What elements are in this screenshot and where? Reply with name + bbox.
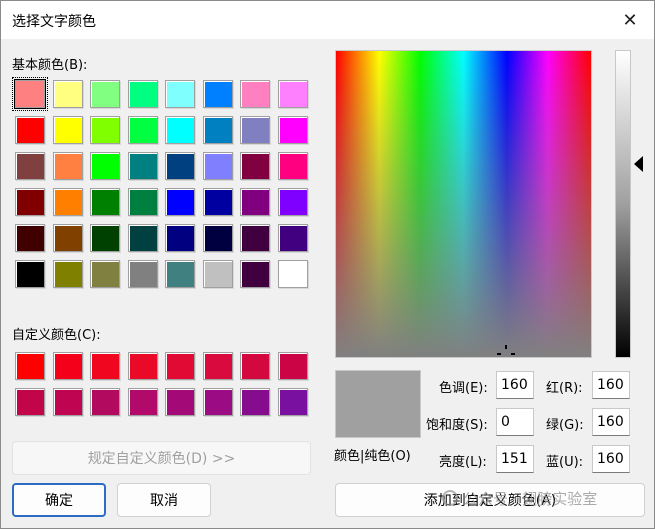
basic-color-swatch[interactable] [127,188,158,216]
hue-label: 色调(E): [439,381,488,396]
custom-color-swatch[interactable] [15,388,45,416]
basic-color-swatch[interactable] [165,260,195,288]
custom-color-swatch[interactable] [90,352,120,380]
basic-color-swatch[interactable] [277,80,308,108]
basic-color-swatch[interactable] [165,116,195,144]
basic-color-swatch[interactable] [52,80,83,108]
basic-color-swatch[interactable] [90,80,120,108]
basic-color-swatch[interactable] [90,116,120,144]
basic-color-swatch[interactable] [52,152,83,180]
basic-color-swatch[interactable] [12,77,48,111]
basic-color-swatch[interactable] [202,116,233,144]
custom-color-swatch[interactable] [127,388,158,416]
basic-color-swatch[interactable] [202,152,233,180]
basic-color-swatch[interactable] [240,188,270,216]
basic-color-swatch[interactable] [240,116,270,144]
basic-color-swatch[interactable] [52,224,83,252]
basic-color-swatch[interactable] [90,188,120,216]
basic-color-swatch[interactable] [277,224,308,252]
custom-color-swatch[interactable] [202,352,233,380]
basic-color-swatch[interactable] [127,260,158,288]
custom-color-swatch[interactable] [90,388,120,416]
define-custom-colors-button[interactable]: 规定自定义颜色(D) >> [12,441,311,475]
cancel-button[interactable]: 取消 [117,483,211,517]
hue-input[interactable]: 160 [496,371,534,399]
basic-color-swatch[interactable] [90,152,120,180]
custom-color-swatch[interactable] [277,352,308,380]
ok-button[interactable]: 确定 [12,483,106,517]
basic-color-swatch[interactable] [90,260,120,288]
basic-color-swatch[interactable] [90,224,120,252]
basic-color-swatch[interactable] [240,80,270,108]
watermark: 公众号 · 翅膀实验室 [463,490,598,508]
close-icon[interactable]: ✕ [612,5,648,35]
basic-color-swatch[interactable] [165,80,195,108]
saturation-input[interactable]: 0 [496,408,534,436]
title-bar: 选择文字颜色 ✕ [1,1,654,39]
custom-color-swatch[interactable] [52,388,83,416]
green-label: 绿(G): [546,418,584,433]
custom-color-swatch[interactable] [240,352,270,380]
custom-color-swatch[interactable] [15,352,45,380]
luminance-input[interactable]: 151 [496,445,534,473]
basic-color-swatch[interactable] [240,224,270,252]
custom-color-swatch[interactable] [127,352,158,380]
crosshair-icon [497,345,515,355]
basic-colors-label: 基本颜色(B): [12,58,88,73]
custom-color-swatch[interactable] [240,388,270,416]
saturation-label: 饱和度(S): [426,418,488,433]
red-input[interactable]: 160 [592,371,630,399]
custom-color-swatch[interactable] [277,388,308,416]
basic-color-swatch[interactable] [15,152,45,180]
color-preview [335,370,421,438]
basic-color-swatch[interactable] [165,224,195,252]
basic-color-swatch[interactable] [127,116,158,144]
custom-colors-label: 自定义颜色(C): [12,328,101,343]
basic-color-swatch[interactable] [202,188,233,216]
basic-color-swatch[interactable] [15,260,45,288]
basic-color-swatch[interactable] [52,188,83,216]
basic-color-swatch[interactable] [202,224,233,252]
basic-color-swatch[interactable] [240,152,270,180]
dialog-title: 选择文字颜色 [12,14,96,30]
basic-color-swatch[interactable] [52,116,83,144]
blue-label: 蓝(U): [546,455,584,470]
basic-color-swatch[interactable] [165,188,195,216]
color-spectrum[interactable] [335,50,592,358]
basic-color-swatch[interactable] [277,116,308,144]
basic-color-swatch[interactable] [15,116,45,144]
blue-input[interactable]: 160 [592,445,630,473]
basic-color-swatch[interactable] [202,80,233,108]
basic-color-swatch[interactable] [240,260,270,288]
basic-color-swatch[interactable] [127,224,158,252]
basic-color-swatch[interactable] [277,260,308,288]
custom-color-swatch[interactable] [165,352,195,380]
basic-color-swatch[interactable] [277,152,308,180]
custom-color-swatch[interactable] [165,388,195,416]
red-label: 红(R): [546,381,583,396]
basic-color-swatch[interactable] [277,188,308,216]
luminance-slider[interactable] [615,50,631,358]
watermark-icon [442,490,458,506]
basic-color-swatch[interactable] [127,152,158,180]
color-dialog: 选择文字颜色 ✕ 基本颜色(B): 自定义颜色(C): 规定自定义颜色(D) >… [0,0,655,529]
custom-color-swatch[interactable] [202,388,233,416]
basic-color-swatch[interactable] [127,80,158,108]
basic-color-swatch[interactable] [165,152,195,180]
luminance-label: 亮度(L): [439,455,487,470]
color-solid-label[interactable]: 颜色|纯色(O) [334,445,411,464]
basic-color-swatch[interactable] [52,260,83,288]
custom-color-swatch[interactable] [52,352,83,380]
basic-color-swatch[interactable] [202,260,233,288]
basic-color-swatch[interactable] [15,188,45,216]
luminance-arrow-icon[interactable] [634,156,643,172]
basic-color-swatch[interactable] [15,224,45,252]
green-input[interactable]: 160 [592,408,630,436]
